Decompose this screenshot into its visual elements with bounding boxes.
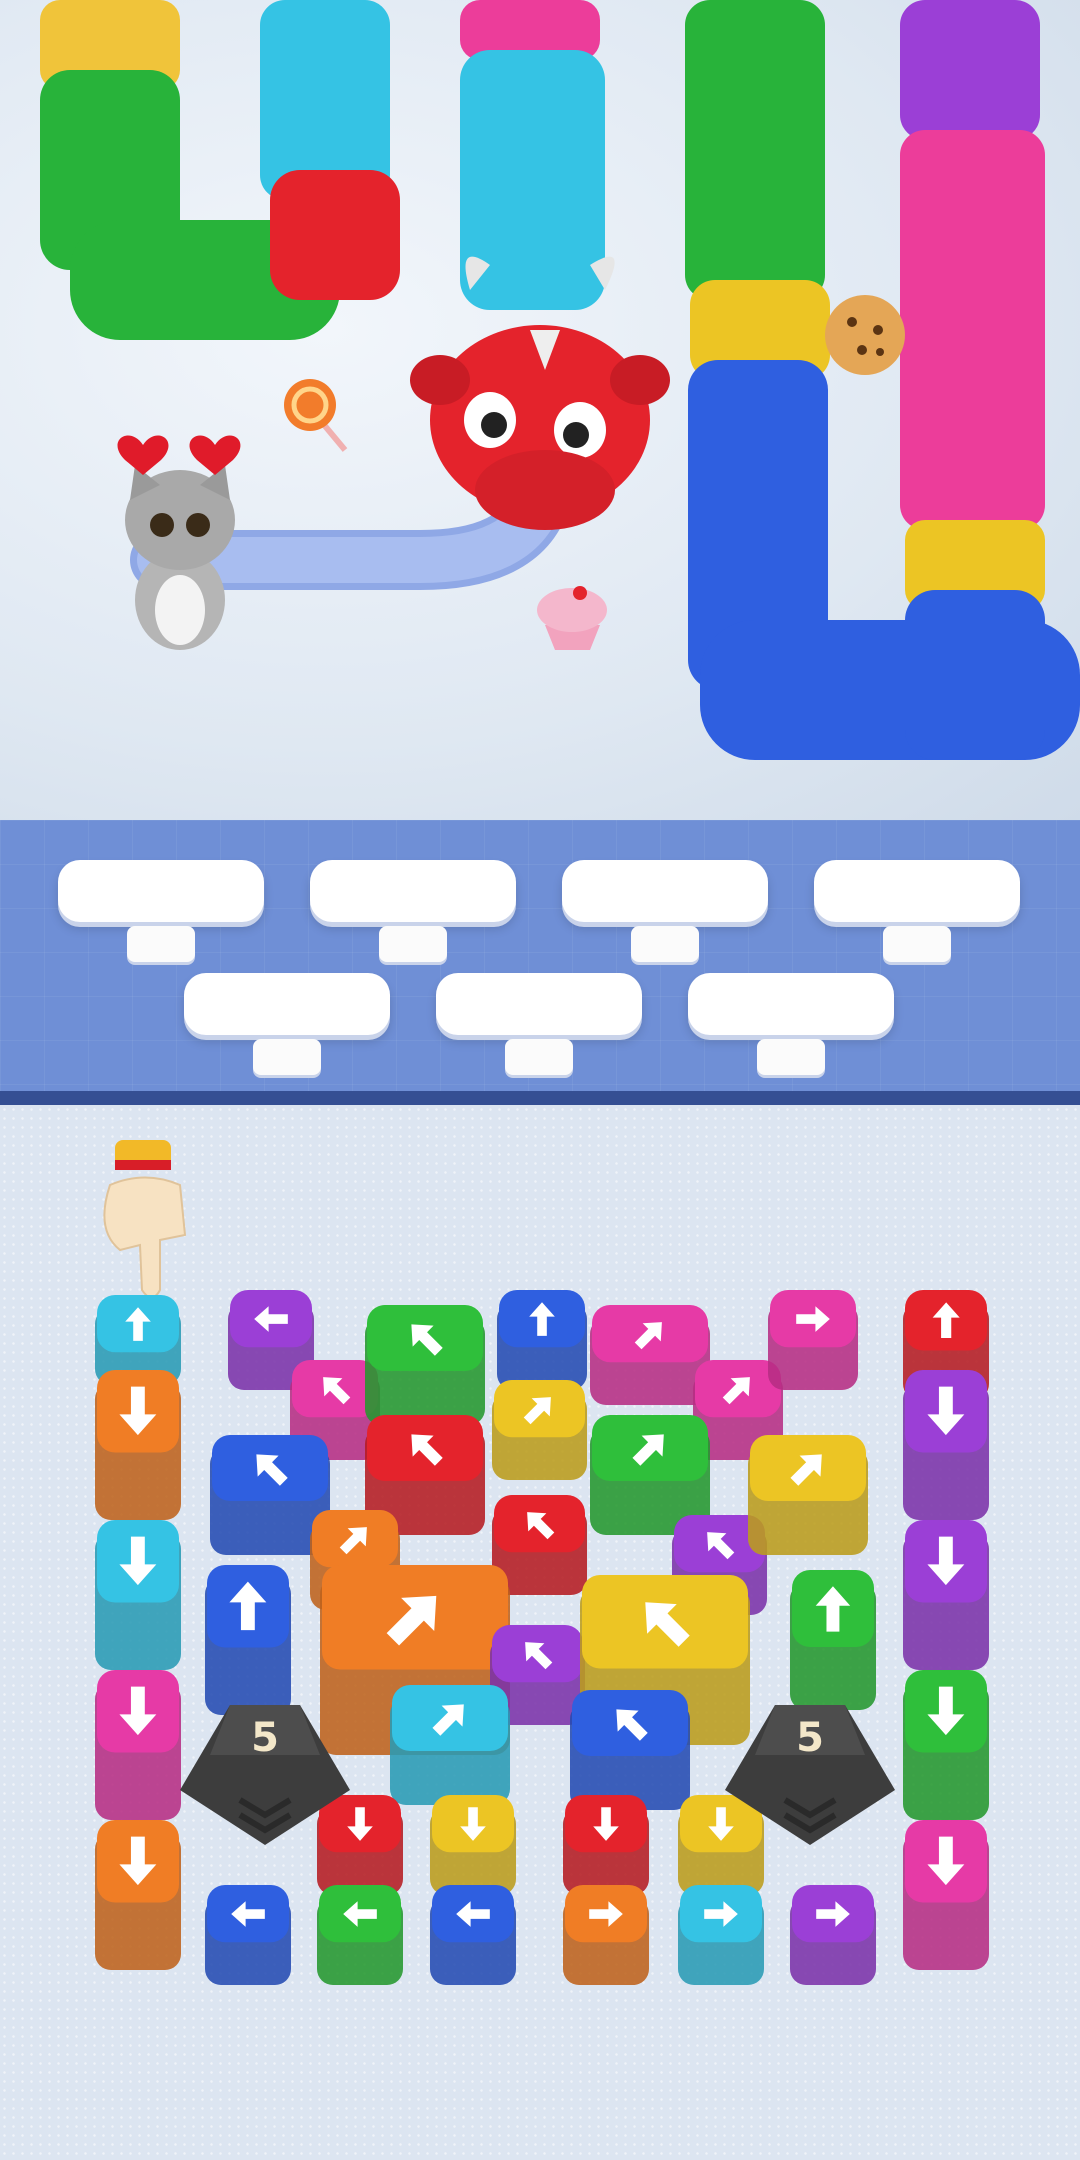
spool-magenta[interactable]: [95, 1670, 181, 1820]
tutorial-hand-icon: [103, 1140, 187, 1299]
arena-scene: [40, 0, 1080, 760]
spool-orange[interactable]: [95, 1370, 181, 1520]
collection-shelf: [0, 820, 1080, 1105]
arrow-left-icon: [340, 1894, 380, 1934]
spool-purple[interactable]: [790, 1885, 876, 1985]
arrow-up-left-icon: [519, 1504, 559, 1544]
shelf-slot[interactable]: [310, 860, 516, 962]
spool-yellow[interactable]: [430, 1795, 516, 1895]
spool-green[interactable]: [790, 1570, 876, 1710]
arrow-down-icon: [917, 1682, 975, 1740]
shelf-slot[interactable]: [814, 860, 1020, 962]
spool-purple[interactable]: [903, 1520, 989, 1670]
blocker-count-label: 5: [251, 1715, 279, 1761]
arrow-up-right-icon: [519, 1389, 559, 1429]
spool-orange[interactable]: [563, 1885, 649, 1985]
arrow-left-icon: [453, 1894, 493, 1934]
spool-yellow[interactable]: [492, 1380, 587, 1480]
shelf-slot[interactable]: [436, 973, 642, 1075]
cupcake-icon: [537, 586, 607, 650]
arrow-up-left-icon: [517, 1634, 557, 1674]
arrow-right-icon: [813, 1894, 853, 1934]
lollipop-icon: [284, 379, 348, 452]
spool-cyan[interactable]: [95, 1520, 181, 1670]
arrow-up-left-icon: [402, 1315, 448, 1361]
arrow-right-icon: [586, 1894, 626, 1934]
spool-green[interactable]: [317, 1885, 403, 1985]
arrow-up-right-icon: [785, 1445, 831, 1491]
dragon[interactable]: [410, 0, 670, 530]
arrow-up-icon: [118, 1304, 158, 1344]
arrow-up-right-icon: [630, 1314, 670, 1354]
spool-red[interactable]: [563, 1795, 649, 1895]
spool-blue[interactable]: [205, 1565, 291, 1715]
arrow-down-icon: [917, 1832, 975, 1890]
blocker-pyramid: 5: [725, 1695, 895, 1845]
arrow-up-left-icon: [607, 1700, 653, 1746]
snake-right: [900, 0, 1045, 760]
arrow-down-icon: [917, 1382, 975, 1440]
spool-board: 5 5: [0, 1105, 1080, 2160]
arrow-up-left-icon: [402, 1425, 448, 1471]
arrow-up-left-icon: [315, 1369, 355, 1409]
heart-icon: [189, 435, 241, 475]
shelf-slot[interactable]: [562, 860, 768, 962]
arrow-down-icon: [109, 1682, 167, 1740]
spool-blue[interactable]: [570, 1690, 690, 1810]
arrow-up-right-icon: [627, 1425, 673, 1471]
blocker-pyramid: 5: [180, 1695, 350, 1845]
arrow-left-icon: [228, 1894, 268, 1934]
spool-orange[interactable]: [95, 1820, 181, 1970]
arrow-down-icon: [586, 1804, 626, 1844]
arrow-up-right-icon: [718, 1369, 758, 1409]
arrow-down-icon: [109, 1832, 167, 1890]
arrow-down-icon: [109, 1382, 167, 1440]
shelf-slot[interactable]: [688, 973, 894, 1075]
spool-magenta[interactable]: [768, 1290, 858, 1390]
cookie-icon: [825, 295, 905, 375]
spool-purple[interactable]: [903, 1370, 989, 1520]
arrow-up-left-icon: [247, 1445, 293, 1491]
shelf-slot[interactable]: [184, 973, 390, 1075]
snake-left: [40, 0, 400, 340]
spool-cyan[interactable]: [390, 1685, 510, 1805]
spool-green[interactable]: [365, 1305, 485, 1425]
arrow-up-left-icon: [699, 1524, 739, 1564]
arrow-up-right-icon: [378, 1581, 451, 1654]
spool-yellow[interactable]: [748, 1435, 868, 1555]
arrow-up-icon: [925, 1299, 967, 1341]
shelf-slot[interactable]: [58, 860, 264, 962]
arrow-down-icon: [109, 1532, 167, 1590]
arrow-right-icon: [701, 1894, 741, 1934]
arrow-right-icon: [793, 1299, 833, 1339]
spool-blue[interactable]: [205, 1885, 291, 1985]
arrow-up-right-icon: [427, 1695, 473, 1741]
arrow-down-icon: [917, 1532, 975, 1590]
spool-magenta[interactable]: [590, 1305, 710, 1405]
arrow-up-left-icon: [632, 1589, 697, 1654]
play-arena: [0, 0, 1080, 820]
blocker-count-label: 5: [796, 1715, 824, 1761]
arrow-left-icon: [251, 1299, 291, 1339]
arrow-up-icon: [219, 1577, 277, 1635]
arrow-down-icon: [453, 1804, 493, 1844]
spool-blue[interactable]: [430, 1885, 516, 1985]
arrow-up-icon: [522, 1299, 562, 1339]
spool-cyan[interactable]: [678, 1885, 764, 1985]
spool-blue[interactable]: [497, 1290, 587, 1390]
heart-icon: [117, 435, 169, 475]
spool-green[interactable]: [903, 1670, 989, 1820]
arrow-up-right-icon: [335, 1519, 375, 1559]
spool-magenta[interactable]: [903, 1820, 989, 1970]
arrow-up-icon: [806, 1582, 860, 1636]
